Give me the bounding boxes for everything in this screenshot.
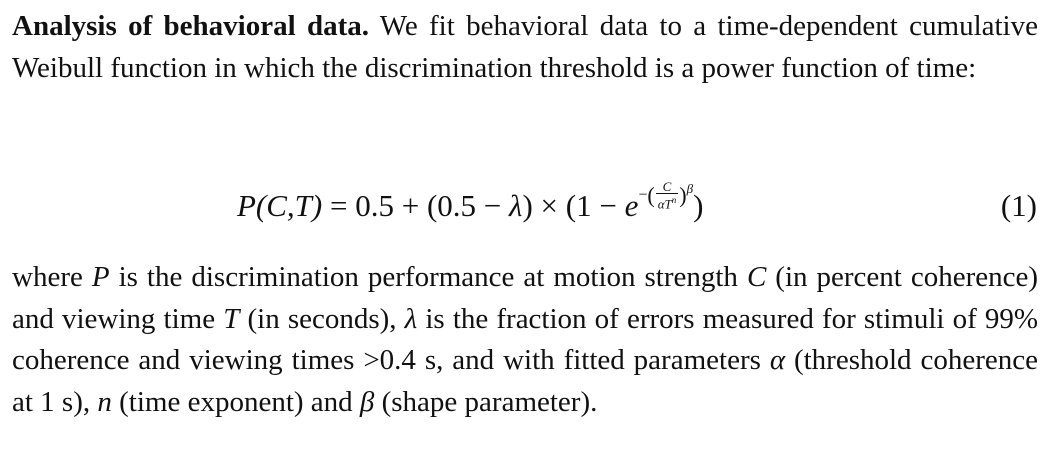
paragraph-text: where (12, 261, 92, 293)
fraction-numerator: C (655, 180, 679, 195)
exponent-beta: β (686, 180, 694, 196)
variable-T: T (223, 302, 240, 335)
variable-beta: β (359, 385, 375, 418)
paragraph-text: (in seconds), (239, 302, 405, 335)
section-run-in-heading: Analysis of behavioral data. (12, 10, 369, 42)
exponent-paren-close: ) (679, 182, 687, 208)
variable-lambda: λ (404, 302, 418, 335)
variable-C: C (746, 261, 767, 293)
equation-part: = 0.5 + (0.5 − (322, 188, 510, 223)
paragraph-text: is the discrimination performance at mot… (109, 261, 747, 293)
paragraph-text: (time exponent) and (111, 385, 360, 418)
fraction-denominator: αTn (656, 194, 679, 210)
equation-lambda: λ (509, 188, 523, 223)
fraction-denominator-exponent: n (671, 195, 677, 206)
analysis-paragraph: Analysis of behavioral data. We fit beha… (12, 6, 1038, 89)
variable-P: P (91, 261, 110, 293)
definitions-paragraph: where P is the discrimination performanc… (12, 257, 1038, 423)
equation-number: (1) (1000, 188, 1037, 223)
variable-alpha: α (769, 344, 786, 376)
fraction-denominator-base: αT (657, 196, 672, 212)
equation-e: e (624, 188, 639, 223)
weibull-equation: P(C,T) = 0.5 + (0.5 − λ) × (1 − e−(CαTn)… (237, 180, 704, 227)
variable-n: n (97, 385, 112, 418)
equation-exponent: −(CαTn)β (638, 180, 694, 210)
equation-part: ) × (1 − (522, 188, 625, 223)
equation-close: ) (693, 188, 704, 223)
exponent-fraction: CαTn (655, 180, 679, 210)
exponent-paren-open: ( (647, 182, 655, 208)
equation-block: P(C,T) = 0.5 + (0.5 − λ) × (1 − e−(CαTn)… (0, 170, 1051, 240)
equation-lhs: P(C,T) (237, 188, 323, 223)
paragraph-text: (shape parameter). (374, 385, 598, 418)
